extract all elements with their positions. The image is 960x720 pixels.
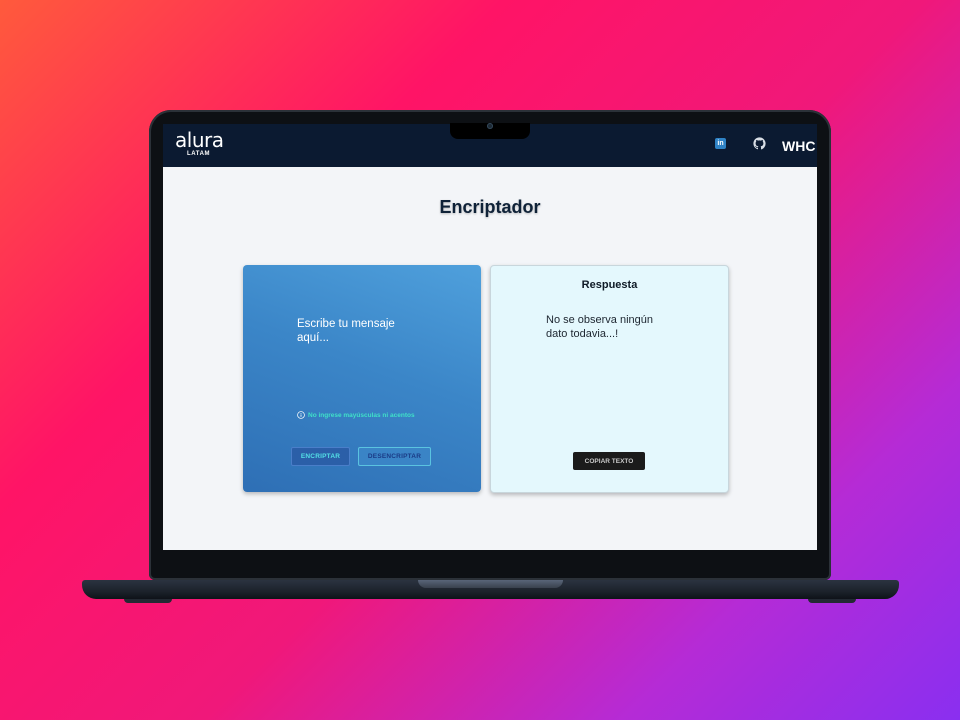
alura-logo[interactable]: alura LATAM bbox=[175, 128, 224, 157]
nav-initials[interactable]: WHC bbox=[782, 138, 815, 154]
info-icon bbox=[297, 411, 305, 419]
app-screen: alura LATAM in WHC Encriptador No ingres… bbox=[163, 124, 817, 550]
laptop-lid: alura LATAM in WHC Encriptador No ingres… bbox=[149, 110, 831, 580]
warning-text: No ingrese mayúsculas ni acentos bbox=[308, 411, 415, 419]
camera-icon bbox=[487, 123, 493, 129]
linkedin-icon[interactable]: in bbox=[715, 138, 726, 149]
logo-text: alura bbox=[175, 128, 224, 152]
output-card: Respuesta No se observa ningún dato toda… bbox=[490, 265, 729, 493]
decrypt-button[interactable]: DESENCRIPTAR bbox=[358, 447, 431, 466]
laptop-foot-left bbox=[124, 599, 172, 603]
laptop-base-groove bbox=[418, 580, 563, 588]
output-message: No se observa ningún dato todavia...! bbox=[546, 314, 654, 340]
laptop-base bbox=[82, 580, 899, 599]
camera-notch bbox=[450, 123, 530, 139]
copy-button[interactable]: COPIAR TEXTO bbox=[573, 452, 645, 470]
output-title: Respuesta bbox=[581, 279, 638, 291]
github-icon[interactable] bbox=[753, 137, 766, 150]
page-title: Encriptador bbox=[439, 197, 541, 217]
encrypt-button[interactable]: ENCRIPTAR bbox=[291, 447, 350, 466]
warning-note: No ingrese mayúsculas ni acentos bbox=[297, 411, 415, 419]
laptop-foot-right bbox=[808, 599, 856, 603]
input-card: No ingrese mayúsculas ni acentos ENCRIPT… bbox=[243, 265, 481, 492]
message-input[interactable] bbox=[297, 317, 427, 377]
